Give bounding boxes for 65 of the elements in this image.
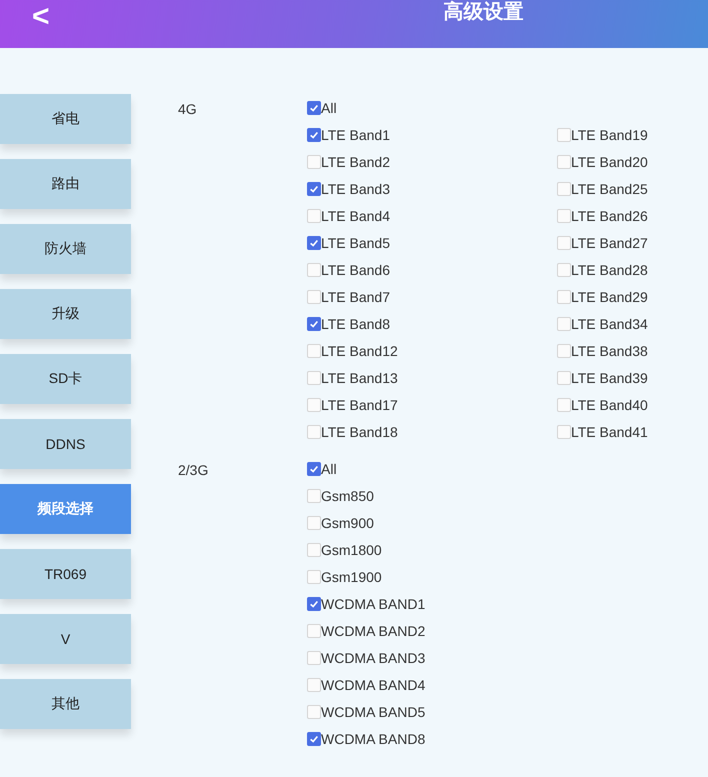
checkbox-label: WCDMA BAND8 — [321, 730, 426, 746]
checkbox-label: LTE Band2 — [321, 154, 390, 170]
checkbox-label: LTE Band34 — [571, 316, 648, 332]
checkbox-label: Gsm1800 — [321, 542, 382, 558]
check-icon — [309, 734, 319, 744]
checkbox-label: LTE Band18 — [321, 424, 398, 440]
checkbox[interactable] — [307, 732, 321, 746]
checkbox[interactable] — [307, 182, 321, 196]
checkbox[interactable] — [307, 462, 321, 476]
section-label: 4G — [178, 100, 198, 119]
checkbox-label: LTE Band27 — [571, 234, 648, 250]
page-title: 高级设置 — [444, 0, 524, 23]
checkbox-label: LTE Band6 — [321, 262, 390, 278]
sidebar-item[interactable]: TR069 — [0, 549, 131, 599]
checkbox-label: LTE Band17 — [321, 396, 398, 412]
sidebar-item[interactable]: SD卡 — [0, 354, 131, 404]
checkbox-label: Gsm1900 — [321, 568, 382, 584]
checkbox-label: Gsm850 — [321, 488, 374, 504]
check-icon — [309, 184, 319, 194]
checkbox[interactable] — [307, 316, 321, 330]
checkbox-label: LTE Band13 — [321, 370, 398, 386]
checkbox-label: LTE Band5 — [321, 234, 390, 250]
checkbox-label: LTE Band19 — [571, 126, 648, 142]
sidebar-item[interactable]: DDNS — [0, 419, 131, 469]
check-icon — [309, 318, 319, 328]
sidebar-item[interactable]: 升级 — [0, 289, 131, 339]
check-icon — [309, 464, 319, 474]
check-icon — [309, 598, 319, 608]
checkbox[interactable] — [307, 100, 321, 114]
checkbox[interactable] — [307, 596, 321, 610]
checkbox-label: WCDMA BAND5 — [321, 704, 426, 720]
checkbox-label: LTE Band29 — [571, 288, 648, 304]
checkbox-label: LTE Band8 — [321, 316, 390, 332]
checkbox-label: Gsm900 — [321, 514, 374, 530]
back-button[interactable]: < — [32, 0, 50, 34]
sidebar-item[interactable]: 路由 — [0, 159, 131, 209]
checkbox-label: LTE Band1 — [321, 126, 390, 142]
check-icon — [309, 130, 319, 140]
checkbox-label: LTE Band39 — [571, 370, 648, 386]
checkbox-label: WCDMA BAND1 — [321, 596, 426, 612]
checkbox[interactable] — [307, 236, 321, 250]
checkbox-label: LTE Band26 — [571, 208, 648, 224]
checkbox[interactable] — [307, 128, 321, 142]
section-label: 2/3G — [178, 461, 210, 480]
checkbox-label: WCDMA BAND2 — [321, 622, 426, 638]
checkbox-label: LTE Band25 — [571, 180, 648, 196]
sidebar-item[interactable]: 省电 — [0, 94, 131, 144]
checkbox-label: LTE Band12 — [321, 342, 398, 358]
checkbox-label: WCDMA BAND4 — [321, 676, 426, 692]
checkbox-label: LTE Band4 — [321, 208, 390, 224]
checkbox-label: LTE Band41 — [571, 424, 648, 440]
checkbox-label: All — [321, 100, 337, 116]
checkbox-label: All — [321, 460, 337, 476]
sidebar-item[interactable]: V — [0, 614, 131, 664]
check-icon — [309, 102, 319, 112]
checkbox-label: WCDMA BAND3 — [321, 650, 426, 666]
checkbox-label: LTE Band38 — [571, 342, 648, 358]
checkbox-label: LTE Band20 — [571, 154, 648, 170]
checkbox-label: LTE Band28 — [571, 262, 648, 278]
checkbox-label: LTE Band40 — [571, 396, 648, 412]
checkbox-label: LTE Band7 — [321, 288, 390, 304]
check-icon — [309, 238, 319, 248]
checkbox-label: LTE Band3 — [321, 180, 390, 196]
sidebar-item[interactable]: 其他 — [0, 679, 131, 729]
sidebar-item[interactable]: 防火墙 — [0, 224, 131, 274]
